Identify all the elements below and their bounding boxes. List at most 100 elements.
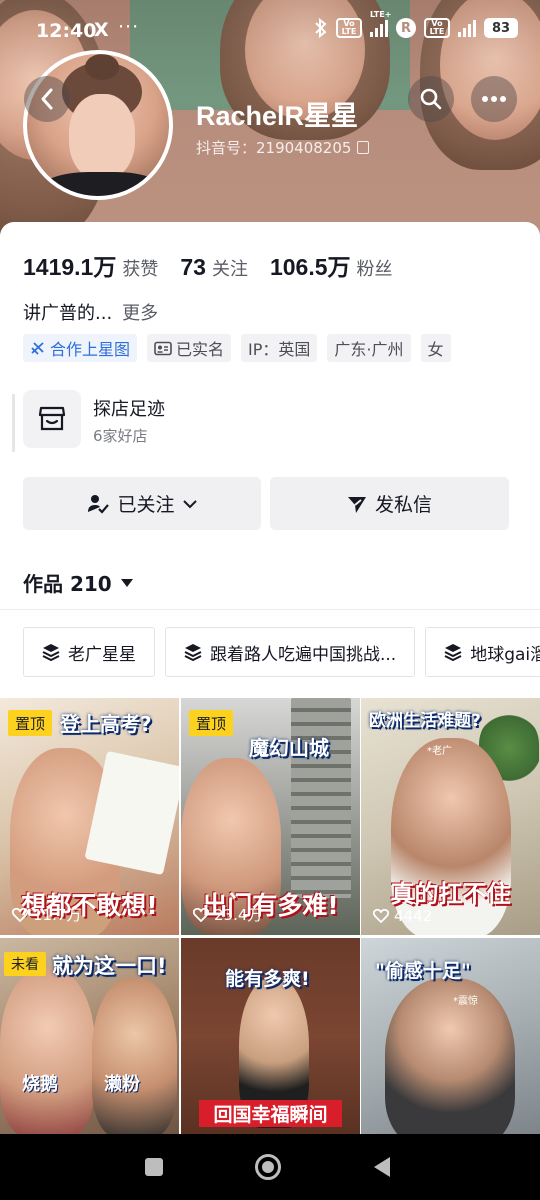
collection-chip[interactable]: 老广星星 [23, 627, 155, 677]
chip-label: 地球gai溜 [470, 644, 540, 665]
collection-chip[interactable]: 跟着路人吃遍中国挑战... [165, 627, 416, 677]
video-right-label: 濑粉 [104, 1074, 140, 1095]
video-tile[interactable]: 欧洲生活难题? *老广 真的扛不住 4442 [361, 698, 540, 935]
tag-star-map[interactable]: 合作上星图 [23, 334, 138, 362]
layers-icon [42, 644, 60, 661]
followed-label: 已关注 [117, 494, 175, 516]
heart-icon [12, 907, 28, 922]
username: RachelR星星 [196, 101, 359, 131]
heart-icon [193, 907, 209, 922]
chip-label: 跟着路人吃遍中国挑战... [210, 644, 397, 665]
r-badge-icon: R [396, 18, 416, 38]
tag-gender: 女 [420, 334, 451, 362]
square-icon [145, 1158, 163, 1176]
triangle-back-icon [374, 1157, 390, 1177]
video-top-caption: 魔幻山城 [249, 736, 329, 760]
tag-verified[interactable]: 已实名 [147, 334, 232, 362]
x-app-icon: X [94, 19, 109, 41]
video-top-caption: 能有多爽! [225, 968, 310, 990]
video-grid: 置顶 登上高考? 想都不敢想! 11.7万 置顶 魔幻山城 出门有多难! 23.… [0, 698, 540, 1134]
stat-value: 73 [180, 254, 206, 280]
stat-label: 粉丝 [356, 259, 393, 280]
tag-label: 广东·广州 [334, 340, 404, 359]
collection-chips: 老广星星 跟着路人吃遍中国挑战... 地球gai溜 [23, 627, 540, 677]
layers-icon [184, 644, 202, 661]
layers-icon [444, 644, 462, 661]
home-button[interactable] [233, 1134, 303, 1200]
pinned-badge: 置顶 [8, 710, 53, 736]
send-icon [347, 496, 366, 513]
video-tile[interactable]: "偷感十足" *震惊 [361, 938, 540, 1134]
bio-more-link[interactable]: 更多 [122, 303, 158, 324]
stat-label: 获赞 [122, 259, 159, 280]
video-bottom-caption: 回国幸福瞬间 [199, 1100, 342, 1127]
more-options-button[interactable] [471, 76, 517, 122]
followed-button[interactable]: 已关注 [23, 477, 261, 530]
more-notifications-icon: ··· [118, 16, 140, 38]
pinned-badge: 置顶 [189, 710, 234, 736]
like-count: 23.4万 [193, 904, 262, 925]
tag-location: 广东·广州 [327, 334, 411, 362]
status-time: 12:40 [36, 20, 97, 42]
tag-ip: IP：英国 [241, 334, 318, 362]
heart-icon [373, 909, 389, 923]
system-nav-bar [0, 1134, 540, 1200]
unwatched-badge: 未看 [4, 952, 46, 976]
collection-chip[interactable]: 地球gai溜 [425, 627, 540, 677]
video-tile[interactable]: 置顶 登上高考? 想都不敢想! 11.7万 [0, 698, 179, 935]
storefront-icon [23, 390, 81, 448]
message-button[interactable]: 发私信 [270, 477, 509, 530]
tag-label: 女 [427, 340, 444, 359]
stat-followers[interactable]: 106.5万 粉丝 [270, 248, 393, 282]
video-left-label: 烧鹅 [22, 1074, 58, 1095]
chip-label: 老广星星 [68, 644, 136, 665]
copy-icon[interactable] [357, 141, 370, 154]
video-top-caption: 欧洲生活难题? [369, 711, 481, 731]
volte-icon-2: Vo LTE [424, 18, 450, 38]
stat-value: 1419.1万 [23, 254, 117, 280]
bio: 讲广普的... 更多 [23, 299, 158, 325]
like-count-value: 11.7万 [33, 906, 82, 924]
stat-likes[interactable]: 1419.1万 获赞 [23, 248, 158, 282]
shop-accent-bar [12, 394, 15, 452]
bluetooth-icon [314, 18, 328, 38]
user-check-icon [88, 494, 110, 514]
tag-label: IP：英国 [248, 340, 311, 359]
star-map-icon [31, 342, 44, 355]
like-count-value: 23.4万 [214, 906, 263, 924]
video-tile[interactable]: 能有多爽! 回国幸福瞬间 [181, 938, 360, 1134]
shop-title: 探店足迹 [93, 399, 165, 420]
video-bottom-caption: 真的扛不住 [390, 880, 511, 908]
search-button[interactable] [408, 76, 454, 122]
like-count: 4442 [373, 907, 432, 925]
avatar[interactable] [23, 50, 173, 200]
like-count-value: 4442 [394, 907, 433, 925]
back-nav-button[interactable] [347, 1134, 417, 1200]
video-top-caption: 就为这一口! [52, 954, 167, 978]
lte-plus-label: LTE+ [370, 10, 392, 19]
video-top-caption: 登上高考? [60, 712, 152, 736]
search-icon [420, 88, 442, 110]
back-button[interactable] [24, 76, 70, 122]
video-small-label: *震惊 [453, 996, 478, 1007]
works-label: 作品 210 [23, 572, 112, 596]
works-tab[interactable]: 作品 210 [23, 568, 134, 597]
shop-subtitle: 6家好店 [93, 427, 148, 445]
bio-text: 讲广普的... [23, 303, 113, 324]
recents-button[interactable] [119, 1134, 189, 1200]
stat-following[interactable]: 73 关注 [180, 254, 248, 281]
shop-visits[interactable]: 探店足迹 6家好店 [12, 390, 312, 452]
signal-icon: LTE+ [370, 10, 391, 38]
battery-icon: 83 [484, 18, 518, 38]
volte-icon: Vo LTE [336, 18, 362, 38]
chevron-down-icon [182, 499, 197, 508]
video-tile[interactable]: 置顶 魔幻山城 出门有多难! 23.4万 [181, 698, 360, 935]
video-small-label: *老广 [427, 746, 452, 757]
more-horizontal-icon [482, 96, 506, 102]
douyin-id-text: 抖音号：2190408205 [196, 139, 352, 157]
divider [0, 609, 540, 610]
tag-label: 合作上星图 [50, 340, 131, 359]
video-tile[interactable]: 未看 就为这一口! 烧鹅 濑粉 [0, 938, 179, 1134]
profile-card: 1419.1万 获赞 73 关注 106.5万 粉丝 讲广普的... 更多 合作上星图 … [0, 222, 540, 700]
id-card-icon [154, 341, 172, 355]
